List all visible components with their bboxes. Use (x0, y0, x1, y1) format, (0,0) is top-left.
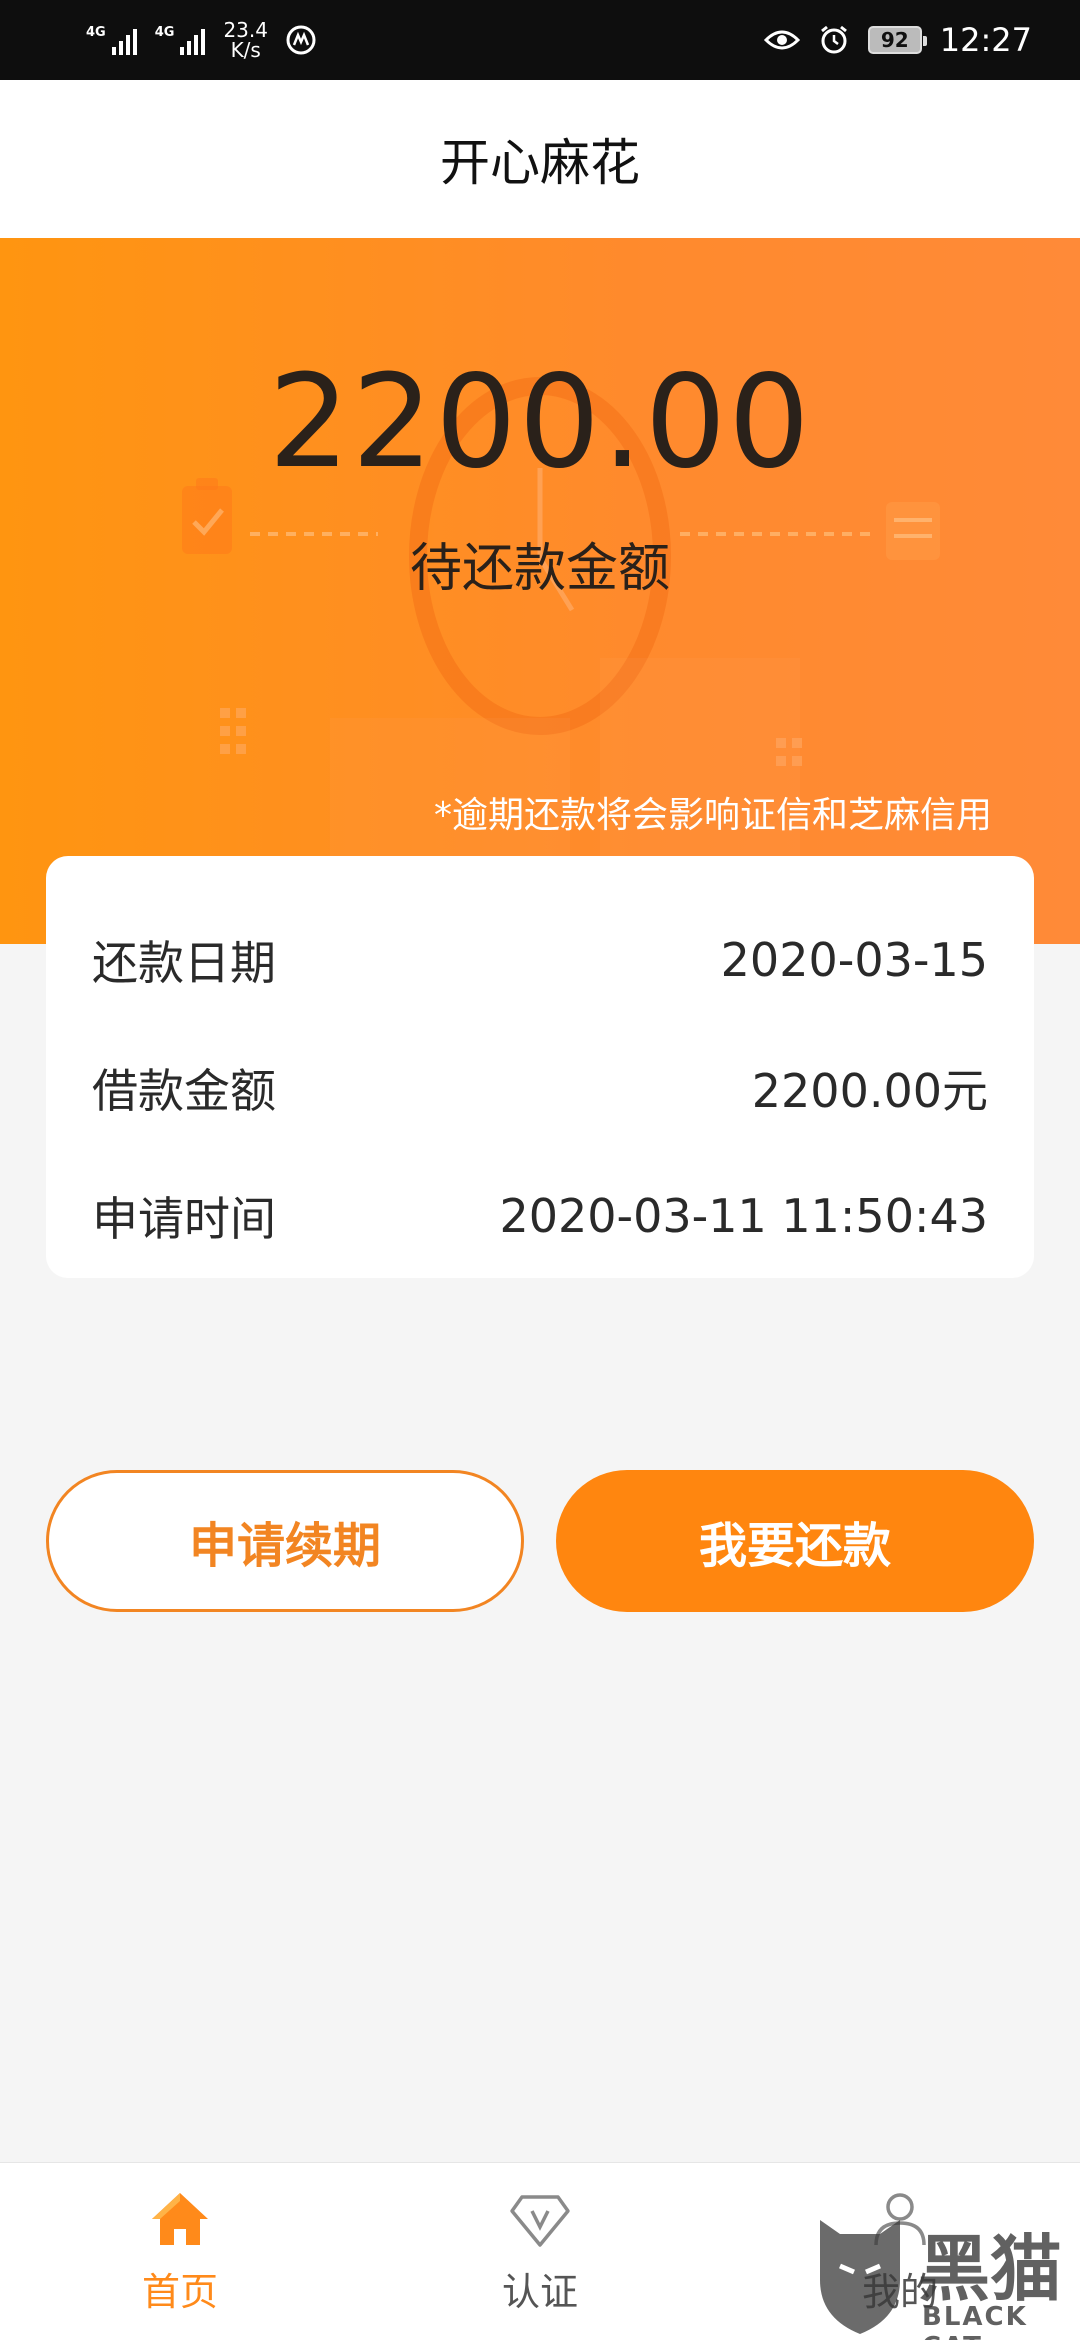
battery-icon: 92 (867, 26, 927, 54)
nav-item-verify[interactable]: 认证 (360, 2163, 720, 2340)
network-type-2: 4G (154, 25, 175, 40)
due-amount: 2200.00 (268, 348, 812, 497)
repay-date-label: 还款日期 (92, 936, 276, 990)
nav-item-home[interactable]: 首页 (0, 2163, 360, 2340)
loan-amount-label: 借款金额 (92, 1064, 276, 1118)
watermark-subtext: BLACK CAT (922, 2302, 1028, 2340)
network-type-1: 4G (86, 25, 106, 40)
blackcat-watermark: 黑猫 BLACK CAT (810, 2210, 1080, 2340)
alarm-icon (820, 25, 847, 54)
cat-shield-icon (820, 2220, 900, 2334)
speed-value: 23.4 (223, 18, 268, 42)
speed-unit: K/s (230, 38, 261, 62)
status-bar-right: 92 12:27 (763, 21, 1032, 59)
status-time: 12:27 (939, 21, 1032, 59)
overdue-warning: *逾期还款将会影响证信和芝麻信用 (433, 795, 992, 836)
watermark-text: 黑猫 (918, 2227, 1063, 2311)
nav-label-verify: 认证 (501, 2270, 578, 2314)
eye-icon (763, 30, 800, 50)
apply-time-label: 申请时间 (92, 1192, 276, 1246)
loan-details-card: 还款日期 2020-03-15 借款金额 2200.00元 申请时间 2020-… (46, 856, 1034, 1278)
detail-row-loan-amount: 借款金额 2200.00元 (92, 1024, 988, 1152)
battery-level: 92 (880, 28, 909, 52)
status-bar-left: 4G 4G 23.4 K/s (86, 20, 316, 60)
signal-icon-2: 4G (155, 25, 206, 55)
detail-row-repay-date: 还款日期 2020-03-15 (92, 896, 988, 1024)
due-amount-label: 待还款金额 (409, 539, 670, 599)
data-speed-icon: 23.4 K/s (223, 20, 268, 60)
detail-row-apply-time: 申请时间 2020-03-11 11:50:43 (92, 1152, 988, 1280)
repay-date-value: 2020-03-15 (720, 933, 988, 987)
page-title: 开心麻花 (440, 134, 640, 192)
title-bar: 开心麻花 (0, 80, 1080, 238)
repay-button[interactable]: 我要还款 (556, 1470, 1034, 1612)
status-bar: 4G 4G 23.4 K/s 92 12:27 (0, 0, 1080, 80)
app-notification-icon (286, 25, 316, 55)
apply-time-value: 2020-03-11 11:50:43 (499, 1189, 988, 1243)
nav-label-home: 首页 (141, 2270, 218, 2314)
loan-amount-value: 2200.00元 (751, 1064, 988, 1118)
signal-icon: 4G (86, 25, 137, 55)
apply-extension-button[interactable]: 申请续期 (46, 1470, 524, 1612)
verify-icon (510, 2195, 570, 2247)
repayment-hero: 2200.00 待还款金额 *逾期还款将会影响证信和芝麻信用 (0, 238, 1080, 944)
home-icon (152, 2193, 208, 2245)
